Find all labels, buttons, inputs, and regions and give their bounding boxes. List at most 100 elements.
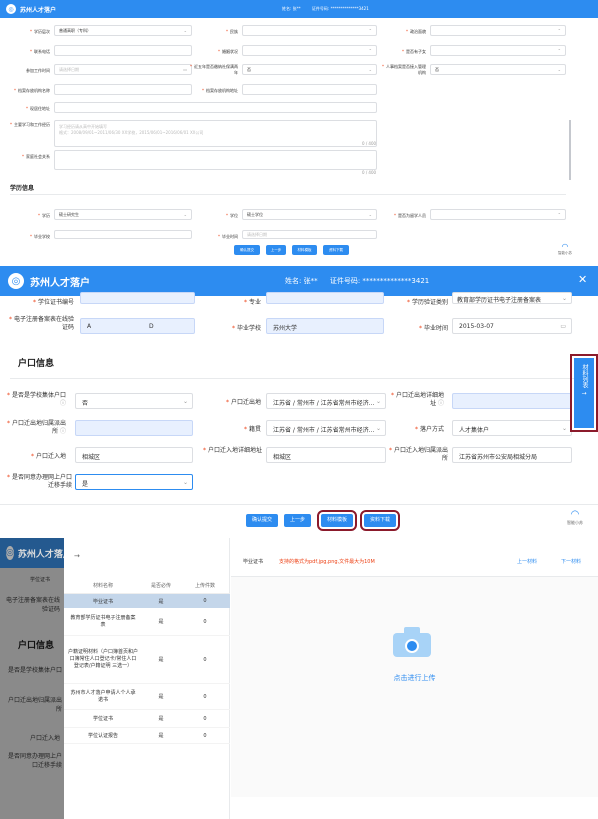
- table-row[interactable]: 学位证书 是 0: [64, 710, 230, 728]
- family-textarea[interactable]: [54, 150, 377, 170]
- bg-label: 户口迁入地: [30, 735, 61, 742]
- work-start-date[interactable]: 请选择日期 ▭: [54, 64, 192, 75]
- degree-cert-no-input[interactable]: [80, 292, 195, 304]
- degree-level-select[interactable]: 硕士研究生: [54, 209, 192, 220]
- label-collective-account: * 是否是学校集体户口 ⓘ: [6, 392, 66, 407]
- user-info: 姓名: 张** 证件号码: **************3421: [285, 276, 429, 286]
- phone-input[interactable]: [54, 45, 192, 56]
- archive-org-input[interactable]: [54, 84, 192, 95]
- row-name: 苏州市人才落户申请人个人承诺书: [70, 689, 136, 703]
- row-count: 0: [203, 693, 207, 700]
- scrollbar-thumb[interactable]: [569, 120, 571, 180]
- calendar-icon: ▭: [183, 67, 187, 72]
- label-phone: * 联系电话: [30, 49, 50, 54]
- ethnicity-select[interactable]: [242, 25, 377, 36]
- family-count: 0 / 400: [362, 170, 377, 175]
- collective-account-select[interactable]: 否: [75, 393, 193, 409]
- assistant-widget[interactable]: ◠ 智能小苏: [560, 510, 590, 526]
- template-button[interactable]: 材料模板: [292, 245, 317, 255]
- education-level-select[interactable]: 普通高职（专科）: [54, 25, 192, 36]
- destination-input[interactable]: 相城区: [75, 447, 193, 463]
- camera-top: [404, 627, 420, 635]
- residence-input[interactable]: [54, 102, 377, 113]
- upload-dropzone[interactable]: 点击进行上传: [231, 577, 598, 797]
- row-count: 0: [203, 715, 207, 722]
- table-row[interactable]: 户籍证明材料（户口簿首页和户口簿常住人口登记卡/常住人口登记表/户籍证明 三选一…: [64, 636, 230, 684]
- id-label: 证件号码:: [311, 6, 330, 11]
- graduate-school-input[interactable]: [54, 230, 192, 239]
- label-overseas: * 是否为留学人员: [394, 213, 426, 218]
- row-required: 是: [158, 598, 164, 605]
- table-row[interactable]: 苏州市人才落户申请人个人承诺书 是 0: [64, 684, 230, 710]
- overseas-select[interactable]: [430, 209, 566, 220]
- next-material-link[interactable]: 下一材料: [561, 558, 581, 565]
- table-header: 材料名称 是否必传 上传件数: [64, 578, 230, 594]
- collapse-arrow-icon[interactable]: →: [74, 552, 80, 560]
- has-children-select[interactable]: [430, 45, 566, 56]
- label-degree-cert-no: * 学位证书编号: [32, 299, 74, 306]
- verify-code-input[interactable]: AD: [80, 318, 195, 334]
- social-security-select[interactable]: 否: [242, 64, 377, 75]
- logo-icon: ◎: [8, 273, 24, 289]
- assistant-label: 智能小苏: [567, 520, 583, 525]
- close-icon[interactable]: ✕: [578, 273, 587, 286]
- assistant-widget[interactable]: ◠ 智能小苏: [552, 243, 578, 256]
- origin-address-input[interactable]: [452, 393, 572, 409]
- id-value: **************3421: [330, 6, 369, 11]
- submit-button[interactable]: 确认提交: [246, 514, 278, 527]
- table-row[interactable]: 毕业证书 是 0: [64, 594, 230, 608]
- template-button[interactable]: 材料模板: [317, 510, 357, 531]
- label-native-place: * 籍贯: [243, 426, 261, 433]
- label-origin-station: * 户口迁出地归属派出所 ⓘ: [6, 420, 66, 435]
- label-degree: * 学位: [226, 213, 238, 218]
- row-required: 是: [158, 716, 164, 722]
- prev-button[interactable]: 上一步: [284, 514, 311, 527]
- user-info: 姓名: 张** 证件号码: **************3421: [282, 6, 369, 12]
- online-transfer-select[interactable]: 是: [75, 474, 193, 490]
- label-archive-managed: * 人事档案是否接入管理机构: [382, 64, 426, 75]
- section-household: 户口信息: [18, 359, 55, 369]
- name-label: 姓名:: [285, 277, 302, 285]
- settle-method-select[interactable]: 人才集体户: [452, 420, 572, 436]
- prev-material-link[interactable]: 上一材料: [517, 558, 537, 565]
- origin-select[interactable]: 江苏省 / 常州市 / 江苏省常州市经济...: [266, 393, 386, 409]
- verify-type-select[interactable]: 教育部学历证书电子注册备案表: [452, 292, 572, 304]
- row-name: 学位认证报告: [87, 733, 118, 739]
- bg-label: 是否同意办理网上户口迁移手续: [7, 753, 62, 769]
- row-name: 学位证书: [92, 716, 113, 722]
- degree-select[interactable]: 硕士学位: [242, 209, 377, 220]
- graduate-school-input[interactable]: 苏州大学: [266, 318, 384, 334]
- download-button[interactable]: 资料下载: [323, 245, 349, 255]
- label-graduate-school: * 毕业学校: [30, 234, 50, 239]
- camera-lens: [405, 639, 419, 653]
- prev-button[interactable]: 上一步: [266, 245, 286, 255]
- row-name: 教育部学历证书电子注册备案表: [70, 614, 136, 628]
- materials-side-label: 材料列表: [581, 364, 588, 388]
- destination-address-input[interactable]: 相城区: [266, 447, 386, 463]
- label-graduate-date: * 毕业时间: [218, 234, 238, 239]
- political-status-select[interactable]: [430, 25, 566, 36]
- archive-managed-select[interactable]: 否: [430, 64, 566, 75]
- table-row[interactable]: 教育部学历证书电子注册备案表 是 0: [64, 608, 230, 636]
- experience-textarea[interactable]: 学习经历请从高中开始填写 格式：2008/09/01~2011/06/30 XX…: [54, 120, 377, 147]
- graduate-date-input[interactable]: 请选择日期: [242, 230, 377, 239]
- upload-label[interactable]: 点击进行上传: [231, 673, 598, 683]
- submit-button[interactable]: 确认提交: [234, 245, 260, 255]
- materials-table: 材料名称 是否必传 上传件数 毕业证书 是 0 教育部学历证书电子注册备案表 是…: [64, 578, 230, 744]
- label-residence: * 现居住地址: [26, 106, 50, 111]
- major-input[interactable]: [266, 292, 384, 304]
- label-settle-method: * 落户方式: [414, 426, 444, 433]
- help-icon: ⓘ: [59, 400, 66, 407]
- origin-station-input[interactable]: [75, 420, 193, 436]
- name-value: 张**: [303, 277, 318, 285]
- download-button[interactable]: 资料下载: [360, 510, 400, 531]
- native-place-select[interactable]: 江苏省 / 常州市 / 江苏省常州市经济...: [266, 420, 386, 436]
- table-row[interactable]: 学位认证报告 是 0: [64, 728, 230, 744]
- label-archive-org: * 档案存放机构名称: [14, 88, 50, 93]
- graduate-date-input[interactable]: 2015-03-07 ▭: [452, 318, 572, 334]
- marital-status-select[interactable]: [242, 45, 377, 56]
- row-name: 户籍证明材料（户口簿首页和户口簿常住人口登记卡/常住人口登记表/户籍证明 三选一…: [68, 649, 139, 669]
- destination-station-input[interactable]: 江苏省苏州市公安局相城分局: [452, 447, 572, 463]
- materials-side-tab[interactable]: 材料列表 →: [570, 354, 598, 432]
- archive-address-input[interactable]: [242, 84, 377, 95]
